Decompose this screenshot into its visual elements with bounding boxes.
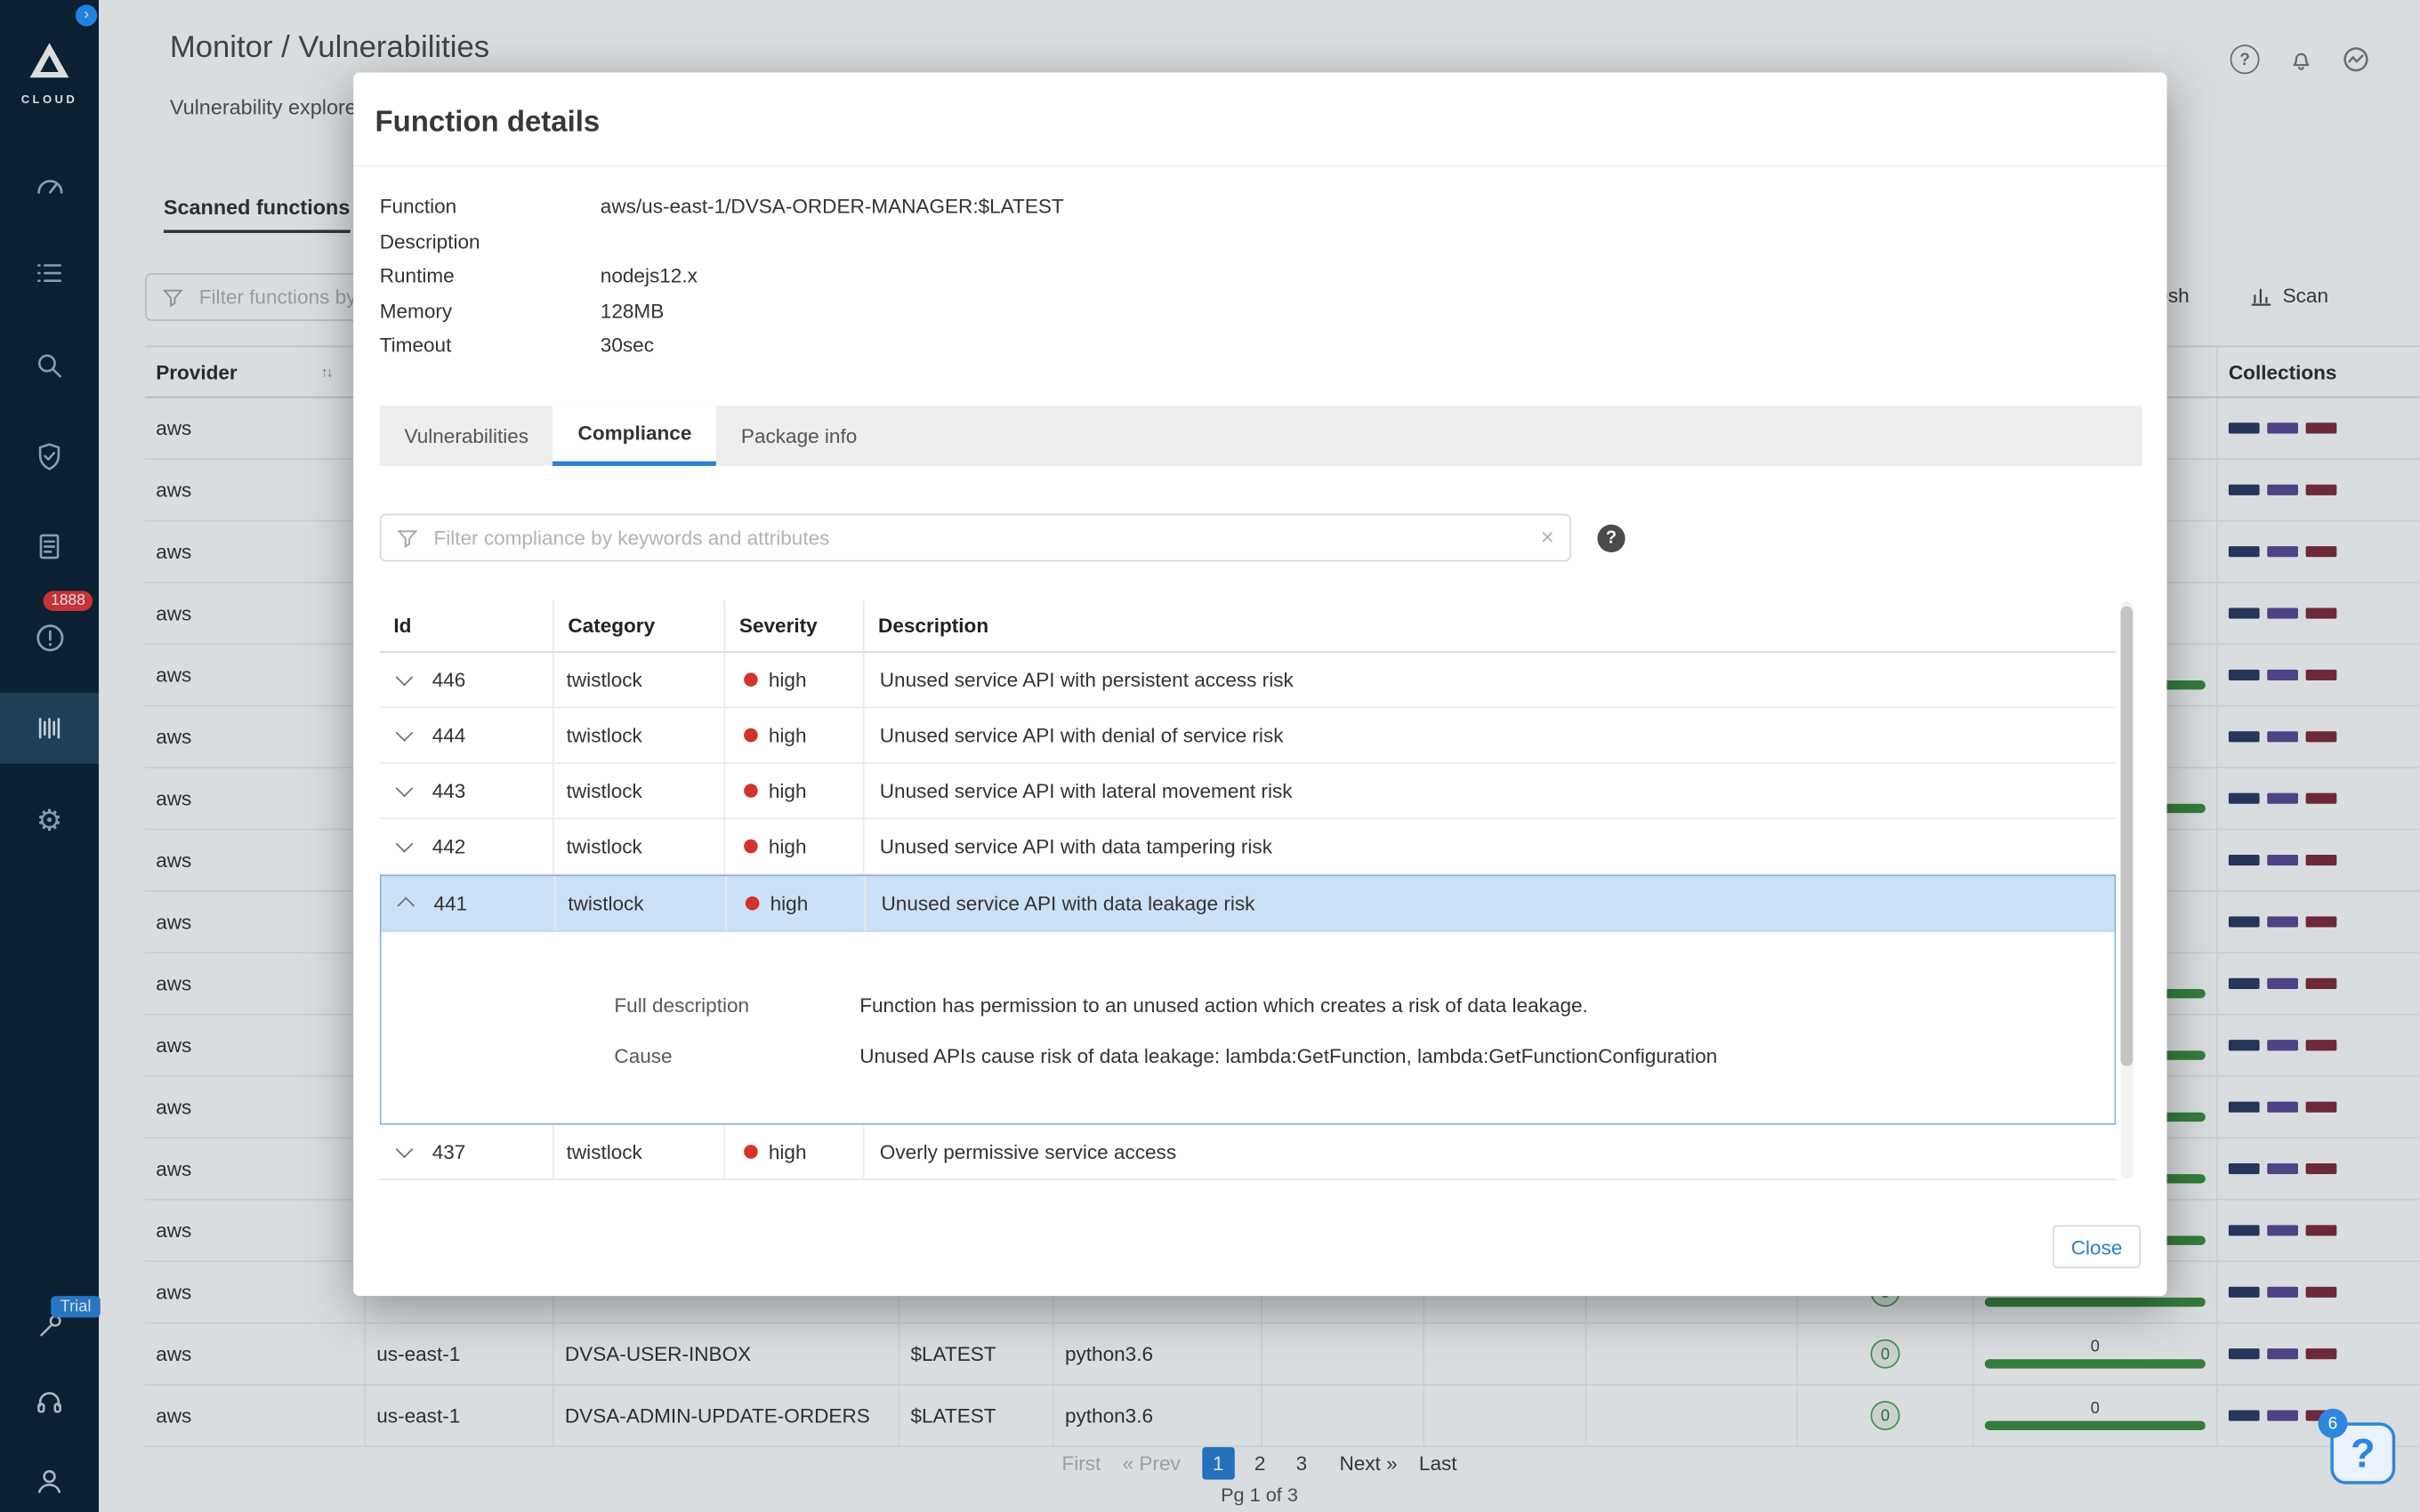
chevron-icon[interactable] bbox=[395, 724, 414, 742]
compliance-description: Unused service API with data tampering r… bbox=[879, 834, 1272, 858]
id-column-header[interactable]: Id bbox=[380, 599, 554, 652]
compliance-severity: high bbox=[725, 652, 865, 707]
compliance-row-group: 443 twistlock high Unused service API wi… bbox=[379, 763, 2117, 820]
chevron-icon[interactable] bbox=[395, 1140, 414, 1159]
compliance-row-group: 444 twistlock high Unused service API wi… bbox=[379, 708, 2117, 764]
severity-dot-icon bbox=[745, 896, 760, 911]
detail-row-timeout: Timeout 30sec bbox=[380, 329, 1064, 364]
compliance-category: twistlock bbox=[554, 652, 726, 707]
compliance-id: 444 bbox=[432, 723, 466, 747]
compliance-row[interactable]: 446 twistlock high Unused service API wi… bbox=[379, 652, 2117, 709]
compliance-filter-input[interactable] bbox=[430, 524, 1529, 551]
compliance-id: 446 bbox=[432, 668, 466, 692]
help-bubble-icon: ? bbox=[2351, 1429, 2376, 1476]
compliance-category: twistlock bbox=[554, 763, 726, 818]
cause-value: Unused APIs cause risk of data leakage: … bbox=[859, 1044, 1718, 1068]
chevron-icon[interactable] bbox=[397, 897, 415, 915]
function-details-modal: Function details Function aws/us-east-1/… bbox=[353, 72, 2167, 1297]
compliance-row-group: 441 twistlock high Unused service API wi… bbox=[379, 874, 2117, 1125]
compliance-category: twistlock bbox=[555, 876, 728, 931]
modal-tab-package-info[interactable]: Package info bbox=[716, 406, 882, 466]
compliance-description: Unused service API with lateral movement… bbox=[879, 779, 1293, 803]
compliance-severity: high bbox=[725, 763, 865, 818]
help-bubble-button[interactable]: ? 6 bbox=[2318, 1408, 2396, 1484]
detail-row-function: Function aws/us-east-1/DVSA-ORDER-MANAGE… bbox=[380, 189, 1064, 224]
function-detail-rows: Function aws/us-east-1/DVSA-ORDER-MANAGE… bbox=[380, 189, 1064, 364]
detail-row-description: Description bbox=[379, 229, 480, 253]
modal-tab-vulnerabilities[interactable]: Vulnerabilities bbox=[380, 406, 553, 466]
runtime-value: nodejs12.x bbox=[600, 263, 698, 287]
app: › CLOUD 1888 ⚙ Trial Monitor / Vulnerabi… bbox=[0, 0, 2420, 1512]
memory-value: 128MB bbox=[600, 299, 665, 323]
compliance-scrollbar-thumb[interactable] bbox=[2120, 606, 2134, 1066]
compliance-row-group: 446 twistlock high Unused service API wi… bbox=[379, 652, 2117, 709]
filter-help-icon[interactable]: ? bbox=[1597, 524, 1625, 553]
modal-title: Function details bbox=[375, 106, 601, 140]
modal-tab-compliance[interactable]: Compliance bbox=[553, 406, 717, 466]
compliance-description: Overly permissive service access bbox=[879, 1139, 1177, 1163]
category-column-header[interactable]: Category bbox=[554, 599, 726, 652]
compliance-detail-panel: Full description Function has permission… bbox=[381, 931, 2115, 1123]
funnel-icon bbox=[397, 529, 418, 548]
severity-dot-icon bbox=[744, 839, 758, 854]
compliance-description: Unused service API with data leakage ris… bbox=[881, 891, 1255, 915]
help-bubble-count: 6 bbox=[2318, 1408, 2348, 1438]
compliance-category: twistlock bbox=[554, 1124, 726, 1179]
compliance-table-body: 446 twistlock high Unused service API wi… bbox=[379, 652, 2117, 1179]
compliance-table-header: Id Category Severity Description bbox=[379, 599, 2117, 653]
close-button[interactable]: Close bbox=[2053, 1225, 2142, 1268]
compliance-severity: high bbox=[725, 708, 865, 762]
cause-label: Cause bbox=[614, 1044, 673, 1068]
timeout-value: 30sec bbox=[600, 334, 654, 358]
compliance-severity: high bbox=[725, 1124, 865, 1179]
compliance-row-group: 437 twistlock high Overly permissive ser… bbox=[380, 1124, 2117, 1179]
compliance-row[interactable]: 444 twistlock high Unused service API wi… bbox=[379, 708, 2117, 764]
compliance-row[interactable]: 437 twistlock high Overly permissive ser… bbox=[380, 1124, 2117, 1179]
compliance-scrollbar-track[interactable] bbox=[2120, 601, 2134, 1179]
severity-column-header[interactable]: Severity bbox=[725, 599, 865, 652]
severity-dot-icon bbox=[744, 784, 758, 798]
detail-row-runtime: Runtime nodejs12.x bbox=[380, 260, 1064, 294]
compliance-id: 437 bbox=[432, 1139, 466, 1163]
compliance-description: Unused service API with denial of servic… bbox=[879, 723, 1284, 747]
compliance-id: 443 bbox=[432, 779, 466, 803]
compliance-severity: high bbox=[725, 819, 865, 873]
compliance-severity: high bbox=[727, 876, 867, 931]
full-description-value: Function has permission to an unused act… bbox=[859, 993, 1588, 1017]
function-value: aws/us-east-1/DVSA-ORDER-MANAGER:$LATEST bbox=[600, 194, 1064, 218]
detail-row-memory: Memory 128MB bbox=[380, 294, 1064, 329]
compliance-row[interactable]: 442 twistlock high Unused service API wi… bbox=[379, 819, 2117, 875]
modal-header-divider bbox=[353, 165, 2167, 167]
modal-tabs: Vulnerabilities Compliance Package info bbox=[379, 406, 2142, 466]
severity-dot-icon bbox=[744, 728, 758, 743]
chevron-icon[interactable] bbox=[395, 779, 414, 798]
compliance-row[interactable]: 443 twistlock high Unused service API wi… bbox=[379, 763, 2117, 820]
severity-dot-icon bbox=[744, 672, 758, 687]
compliance-category: twistlock bbox=[554, 708, 726, 762]
chevron-icon[interactable] bbox=[395, 835, 414, 853]
chevron-icon[interactable] bbox=[395, 668, 414, 687]
full-description-label: Full description bbox=[614, 993, 750, 1017]
severity-dot-icon bbox=[744, 1145, 758, 1159]
full-description-row: Full description Function has permission… bbox=[614, 993, 1587, 1017]
compliance-id: 441 bbox=[433, 891, 468, 915]
compliance-filter: × bbox=[379, 513, 1571, 562]
compliance-table: Id Category Severity Description 446 twi… bbox=[379, 599, 2117, 1181]
cause-row: Cause Unused APIs cause risk of data lea… bbox=[614, 1044, 1717, 1067]
compliance-description: Unused service API with persistent acces… bbox=[879, 668, 1294, 692]
compliance-id: 442 bbox=[432, 834, 466, 858]
compliance-category: twistlock bbox=[554, 819, 726, 873]
clear-filter-icon[interactable]: × bbox=[1541, 525, 1554, 551]
compliance-row[interactable]: 441 twistlock high Unused service API wi… bbox=[381, 876, 2115, 932]
description-column-header[interactable]: Description bbox=[864, 600, 2116, 651]
compliance-row-group: 442 twistlock high Unused service API wi… bbox=[379, 819, 2117, 875]
